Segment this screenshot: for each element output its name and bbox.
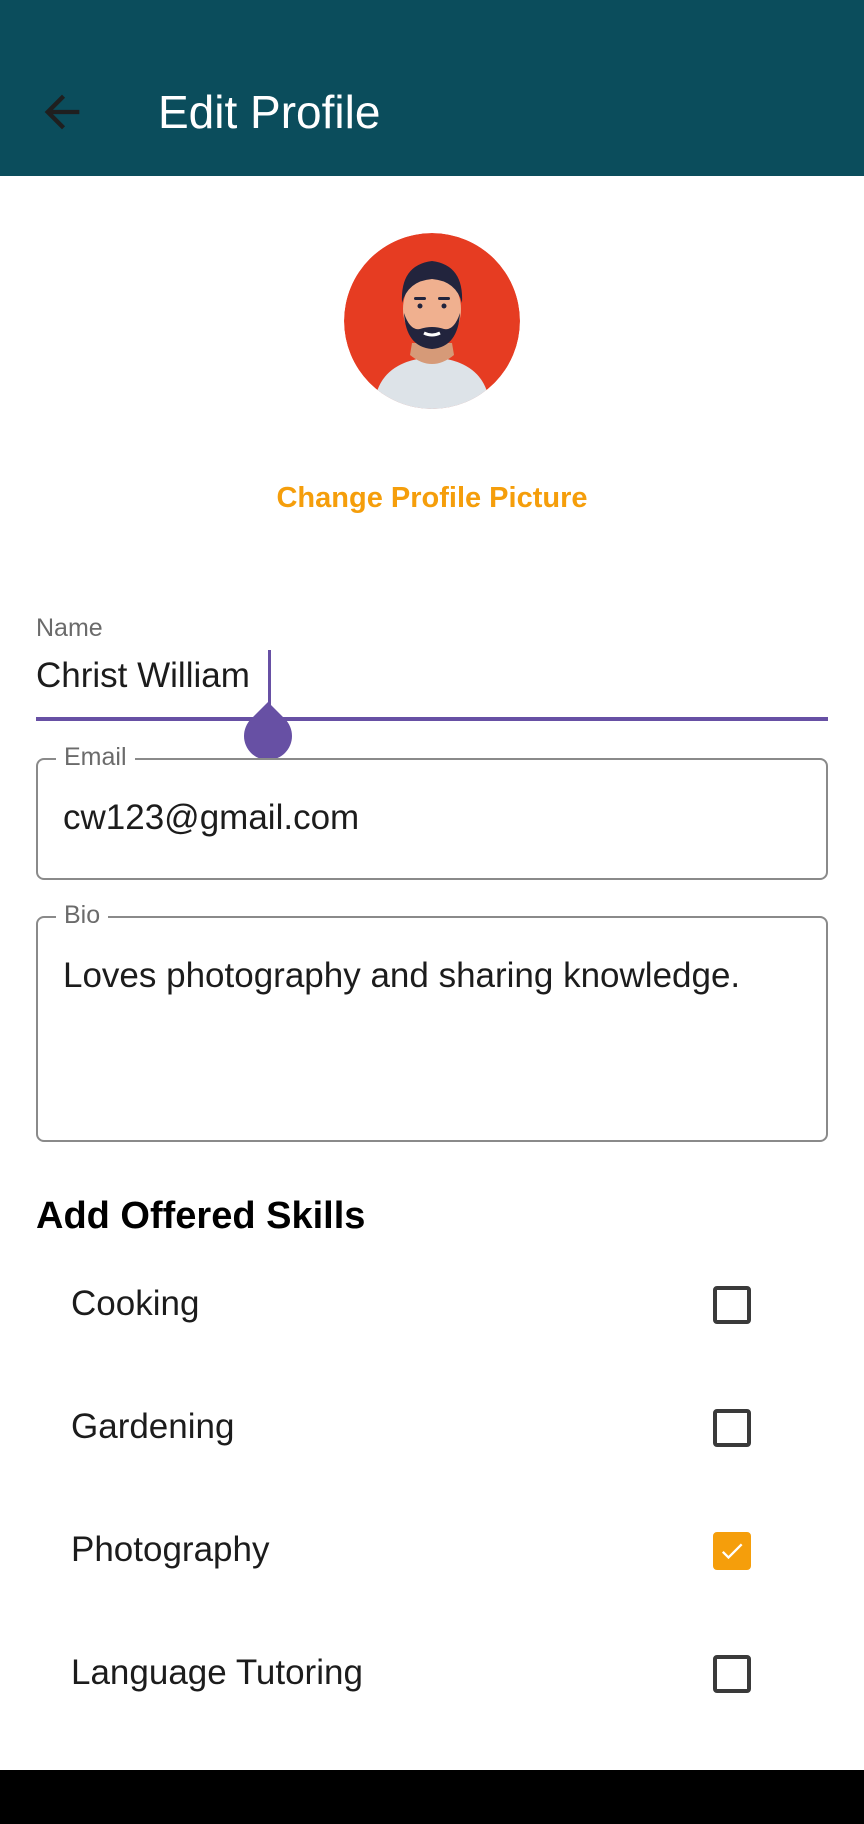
checkmark-icon — [721, 1543, 743, 1560]
language-tutoring-checkbox[interactable] — [713, 1655, 751, 1693]
gardening-checkbox[interactable] — [713, 1409, 751, 1447]
name-field[interactable]: Christ William — [36, 654, 250, 698]
bio-field-label: Bio — [56, 898, 109, 932]
profile-avatar[interactable] — [344, 233, 520, 409]
email-field-value: cw123@gmail.com — [63, 798, 360, 837]
skill-item-cooking[interactable]: Cooking — [0, 1252, 864, 1362]
cooking-checkbox[interactable] — [713, 1286, 751, 1324]
skill-label: Photography — [71, 1530, 270, 1569]
skills-section-title: Add Offered Skills — [36, 1195, 366, 1237]
name-field-underline — [36, 717, 828, 721]
change-profile-picture-button[interactable]: Change Profile Picture — [0, 482, 864, 515]
bio-field[interactable]: Bio Loves photography and sharing knowle… — [36, 898, 828, 1142]
skill-item-photography[interactable]: Photography — [0, 1498, 864, 1608]
system-navigation-bar — [0, 1770, 864, 1824]
email-field[interactable]: Email cw123@gmail.com — [36, 740, 828, 880]
photography-checkbox[interactable] — [713, 1532, 751, 1570]
back-button[interactable] — [36, 86, 88, 138]
skill-label: Gardening — [71, 1407, 235, 1446]
skill-label: Language Tutoring — [71, 1653, 363, 1692]
bio-field-value: Loves photography and sharing knowledge. — [63, 956, 741, 995]
skill-item-gardening[interactable]: Gardening — [0, 1375, 864, 1485]
skill-item-language-tutoring[interactable]: Language Tutoring — [0, 1621, 864, 1731]
page-title: Edit Profile — [158, 86, 381, 138]
name-field-label: Name — [36, 614, 103, 642]
app-bar: Edit Profile — [0, 0, 864, 176]
email-field-label: Email — [56, 740, 135, 774]
avatar-illustration-icon — [344, 233, 520, 409]
arrow-left-icon — [44, 94, 80, 130]
skill-label: Cooking — [71, 1284, 200, 1323]
